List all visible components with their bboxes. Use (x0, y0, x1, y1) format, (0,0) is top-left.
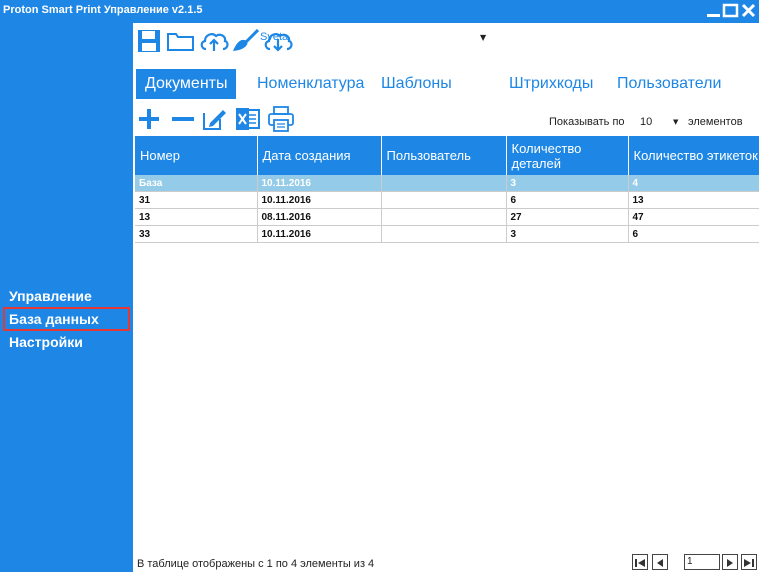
close-icon (741, 3, 756, 18)
page-size-label: Показывать по (549, 116, 625, 128)
cloud-upload-icon (200, 33, 229, 51)
plus-icon (139, 109, 159, 129)
table-header-row: Номер Дата создания Пользователь Количес… (135, 136, 759, 175)
table-row[interactable]: 31 10.11.2016 6 13 (135, 191, 759, 209)
next-page-button[interactable] (722, 554, 738, 570)
tab-nomenclature[interactable]: Номенклатура (257, 69, 364, 99)
column-header-labels-count[interactable]: Количество этикеток (628, 136, 759, 175)
printer-icon (268, 106, 294, 132)
table-cell: 6 (506, 191, 629, 209)
table-cell: 47 (628, 208, 759, 226)
sidebar-active-highlight (3, 307, 130, 331)
table-cell: 10.11.2016 (257, 175, 382, 192)
column-header-number[interactable]: Номер (135, 136, 258, 175)
edit-button[interactable] (201, 106, 227, 136)
table-cell: 08.11.2016 (257, 208, 382, 226)
clear-button[interactable] (231, 28, 260, 57)
table-row[interactable]: 13 08.11.2016 27 47 (135, 208, 759, 226)
column-header-user[interactable]: Пользователь (381, 136, 507, 175)
table-cell: 3 (506, 225, 629, 243)
add-button[interactable] (137, 107, 161, 135)
table-cell: База (135, 175, 258, 192)
page-size-unit: элементов (688, 116, 743, 128)
tab-templates[interactable]: Шаблоны (381, 69, 452, 99)
previous-page-button[interactable] (652, 554, 668, 570)
next-page-icon (727, 559, 733, 567)
table-cell (381, 175, 507, 192)
tab-bar: Документы Номенклатура Шаблоны Штрихкоды… (133, 69, 759, 99)
maximize-icon (722, 3, 739, 18)
table-cell: 33 (135, 225, 258, 243)
column-header-parts-count[interactable]: Количество деталей (506, 136, 629, 175)
page-number-input[interactable]: 1 (684, 554, 720, 570)
first-page-icon (635, 559, 645, 567)
table-cell (381, 191, 507, 209)
table-row[interactable]: База 10.11.2016 3 4 (135, 175, 759, 192)
table-cell: 13 (135, 208, 258, 226)
open-folder-button[interactable] (167, 31, 195, 55)
tab-barcodes[interactable]: Штрихкоды (509, 69, 593, 99)
save-icon (138, 30, 160, 52)
sidebar-item-management[interactable]: Управление (9, 288, 92, 304)
user-select[interactable]: Sveta ▼ (260, 29, 492, 51)
table-cell: 27 (506, 208, 629, 226)
print-button[interactable] (267, 105, 295, 137)
export-excel-button[interactable] (235, 107, 261, 135)
user-select-value: Sveta (260, 31, 289, 43)
previous-page-icon (657, 559, 663, 567)
chevron-down-icon[interactable]: ▼ (673, 118, 678, 126)
window-title: Proton Smart Print Управление v2.1.5 (3, 4, 203, 16)
first-page-button[interactable] (632, 554, 648, 570)
chevron-down-icon: ▼ (480, 33, 487, 42)
last-page-icon (744, 559, 754, 567)
table-cell (381, 225, 507, 243)
tab-documents[interactable]: Документы (136, 69, 237, 99)
table-cell: 6 (628, 225, 759, 243)
edit-icon (203, 110, 226, 130)
minimize-button[interactable] (705, 2, 723, 20)
sidebar: Управление База данных Настройки (0, 23, 133, 572)
table-cell: 13 (628, 191, 759, 209)
close-button[interactable] (740, 2, 758, 20)
sidebar-item-settings[interactable]: Настройки (9, 334, 83, 350)
title-bar: Proton Smart Print Управление v2.1.5 (0, 0, 759, 23)
page-size-select[interactable]: 10 (640, 116, 652, 128)
table-cell: 10.11.2016 (257, 191, 382, 209)
table-status-text: В таблице отображены с 1 по 4 элементы и… (137, 558, 375, 570)
last-page-button[interactable] (741, 554, 757, 570)
save-button[interactable] (137, 29, 161, 57)
broom-icon (233, 28, 260, 51)
table-row[interactable]: 33 10.11.2016 3 6 (135, 225, 759, 243)
column-header-created-date[interactable]: Дата создания (257, 136, 382, 175)
table-cell (381, 208, 507, 226)
excel-icon (236, 108, 260, 130)
cloud-upload-button[interactable] (199, 29, 229, 57)
minus-icon (172, 117, 194, 121)
folder-icon (167, 33, 194, 51)
maximize-button[interactable] (722, 2, 740, 20)
table-cell: 31 (135, 191, 258, 209)
delete-button[interactable] (170, 107, 196, 135)
table-cell: 3 (506, 175, 629, 192)
table-cell: 4 (628, 175, 759, 192)
tab-users[interactable]: Пользователи (617, 69, 721, 99)
minimize-icon (707, 14, 720, 17)
table-cell: 10.11.2016 (257, 225, 382, 243)
documents-table: Номер Дата создания Пользователь Количес… (135, 136, 759, 243)
